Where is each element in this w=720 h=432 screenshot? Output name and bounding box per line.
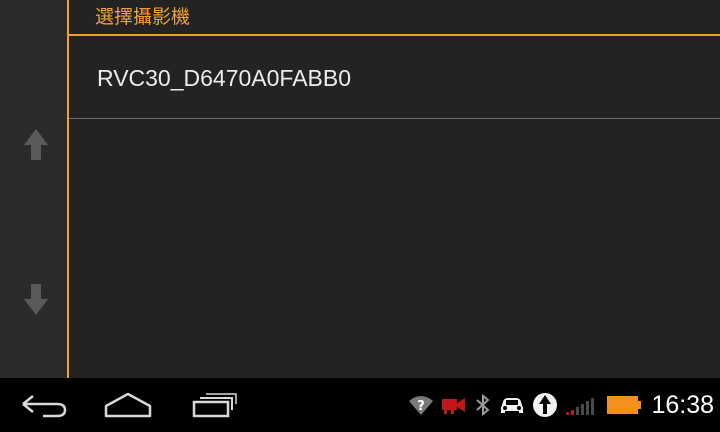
- arrow-down-icon[interactable]: [20, 280, 52, 320]
- status-area: ? 16:38: [401, 378, 714, 432]
- camera-select-dialog: 選擇攝影機 RVC30_D6470A0FABB0: [69, 0, 720, 378]
- back-icon: [22, 395, 67, 418]
- car-icon: [499, 378, 525, 432]
- system-nav-bar: ? 16:38: [0, 378, 720, 432]
- recent-apps-icon: [192, 393, 237, 418]
- recent-apps-button[interactable]: [186, 388, 242, 422]
- back-button[interactable]: [16, 388, 72, 422]
- dialog-title: 選擇攝影機: [95, 6, 191, 28]
- status-clock: 16:38: [651, 390, 714, 419]
- arrow-up-icon[interactable]: [20, 124, 52, 164]
- wifi-unknown-icon: ?: [408, 378, 434, 432]
- home-icon: [104, 392, 152, 418]
- svg-text:?: ?: [418, 399, 426, 414]
- bluetooth-icon: [474, 378, 492, 432]
- sidebar: [0, 0, 68, 378]
- home-button[interactable]: [98, 388, 158, 422]
- battery-icon: [606, 378, 642, 432]
- camera-list: RVC30_D6470A0FABB0: [69, 36, 720, 119]
- list-item-camera[interactable]: RVC30_D6470A0FABB0: [69, 36, 720, 119]
- camera-alert-icon: [441, 378, 467, 432]
- camera-name-label: RVC30_D6470A0FABB0: [97, 65, 352, 91]
- navigation-icon: [532, 378, 558, 432]
- signal-bars-icon: [565, 378, 599, 432]
